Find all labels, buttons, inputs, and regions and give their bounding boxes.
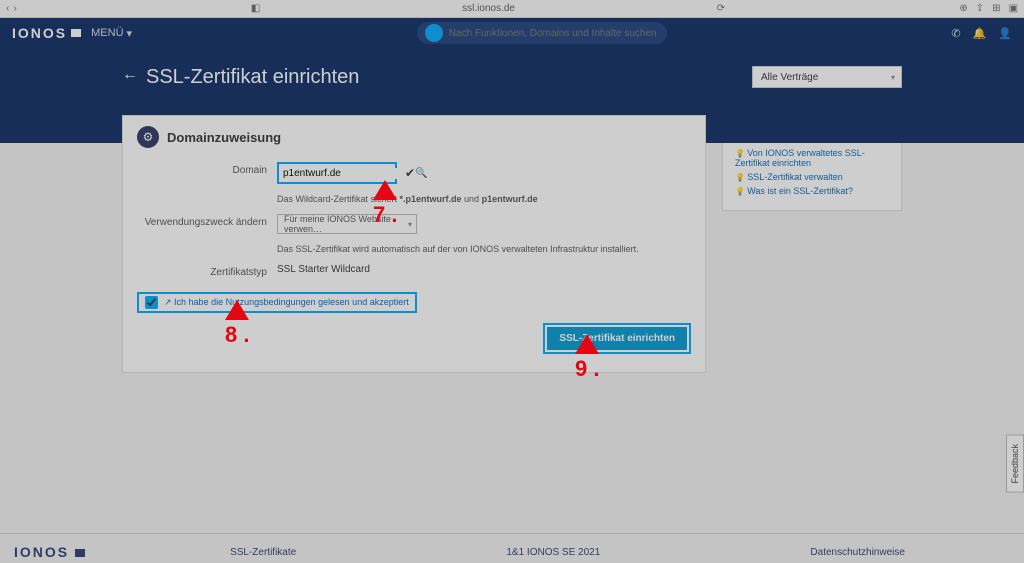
page-title: SSL-Zertifikat einrichten [146, 66, 359, 89]
usage-select[interactable]: Für meine IONOS Website verwen… [277, 214, 417, 234]
search-input[interactable] [449, 28, 659, 39]
search-domain-icon[interactable]: 🔍 [415, 168, 427, 179]
footer: IONOS SSL-Zertifikate 1&1 IONOS SE 2021 … [0, 534, 1024, 563]
app-topbar: IONOS MENÜ▾ ✆ 🔔 👤 [0, 18, 1024, 48]
browser-chrome: ‹ › ◧ ssl.ionos.de ⟳ ⊕ ⇪ ⊞ ▣ [0, 0, 1024, 18]
nav-back-icon[interactable]: ‹ [6, 3, 9, 14]
newtab-icon[interactable]: ⊞ [992, 3, 1000, 14]
feedback-tab[interactable]: Feedback [1006, 435, 1024, 493]
cert-type-value: SSL Starter Wildcard [277, 264, 691, 278]
domain-label: Domain [137, 162, 267, 184]
domain-assignment-card: ⚙ Domainzuweisung Domain 🔍 ✔ Das Wildcar… [122, 115, 706, 373]
footer-link-ssl[interactable]: SSL-Zertifikate [230, 547, 296, 558]
reload-icon[interactable]: ⟳ [717, 3, 725, 14]
nav-fwd-icon[interactable]: › [13, 3, 16, 14]
phone-icon[interactable]: ✆ [951, 27, 960, 40]
footer-logo[interactable]: IONOS [14, 544, 85, 560]
usage-label: Verwendungszweck ändern [137, 214, 267, 234]
terms-checkbox[interactable] [145, 296, 158, 309]
help-link[interactable]: SSL-Zertifikat verwalten [735, 172, 889, 182]
domain-valid-check-icon: ✔ [405, 166, 415, 180]
reader-icon[interactable]: ◧ [251, 3, 260, 14]
cert-type-label: Zertifikatstyp [137, 264, 267, 278]
domain-input[interactable] [283, 168, 415, 179]
search-icon [425, 24, 443, 42]
wildcard-note: Das Wildcard-Zertifikat sichert *.p1entw… [277, 194, 691, 204]
download-icon[interactable]: ⊕ [959, 3, 967, 14]
back-arrow[interactable]: ← [122, 66, 138, 84]
gears-icon: ⚙ [137, 126, 159, 148]
help-link[interactable]: Was ist ein SSL-Zertifikat? [735, 186, 889, 196]
global-search[interactable] [417, 22, 667, 44]
domain-input-wrap[interactable]: 🔍 [277, 162, 397, 184]
chevron-down-icon: ▾ [127, 27, 133, 40]
contracts-dropdown[interactable]: Alle Verträge [752, 66, 902, 88]
notifications-icon[interactable]: 🔔 [973, 27, 987, 40]
account-icon[interactable]: 👤 [998, 27, 1012, 40]
footer-center: 1&1 IONOS SE 2021 [506, 547, 600, 558]
terms-link[interactable]: ↗ Ich habe die Nutzungsbedingungen geles… [164, 297, 409, 308]
setup-ssl-button[interactable]: SSL-Zertifikat einrichten [547, 327, 687, 350]
usage-note: Das SSL-Zertifikat wird automatisch auf … [277, 244, 691, 254]
brand-logo[interactable]: IONOS [12, 25, 81, 41]
card-title: Domainzuweisung [167, 130, 281, 145]
footer-link-privacy[interactable]: Datenschutzhinweise [810, 547, 905, 558]
tabs-icon[interactable]: ▣ [1009, 3, 1018, 14]
terms-row[interactable]: ↗ Ich habe die Nutzungsbedingungen geles… [137, 292, 417, 313]
help-link[interactable]: Von IONOS verwaltetes SSL-Zertifikat ein… [735, 148, 889, 168]
share-icon[interactable]: ⇪ [976, 3, 984, 14]
url-bar[interactable]: ssl.ionos.de [266, 3, 710, 14]
menu-toggle[interactable]: MENÜ▾ [91, 27, 132, 40]
